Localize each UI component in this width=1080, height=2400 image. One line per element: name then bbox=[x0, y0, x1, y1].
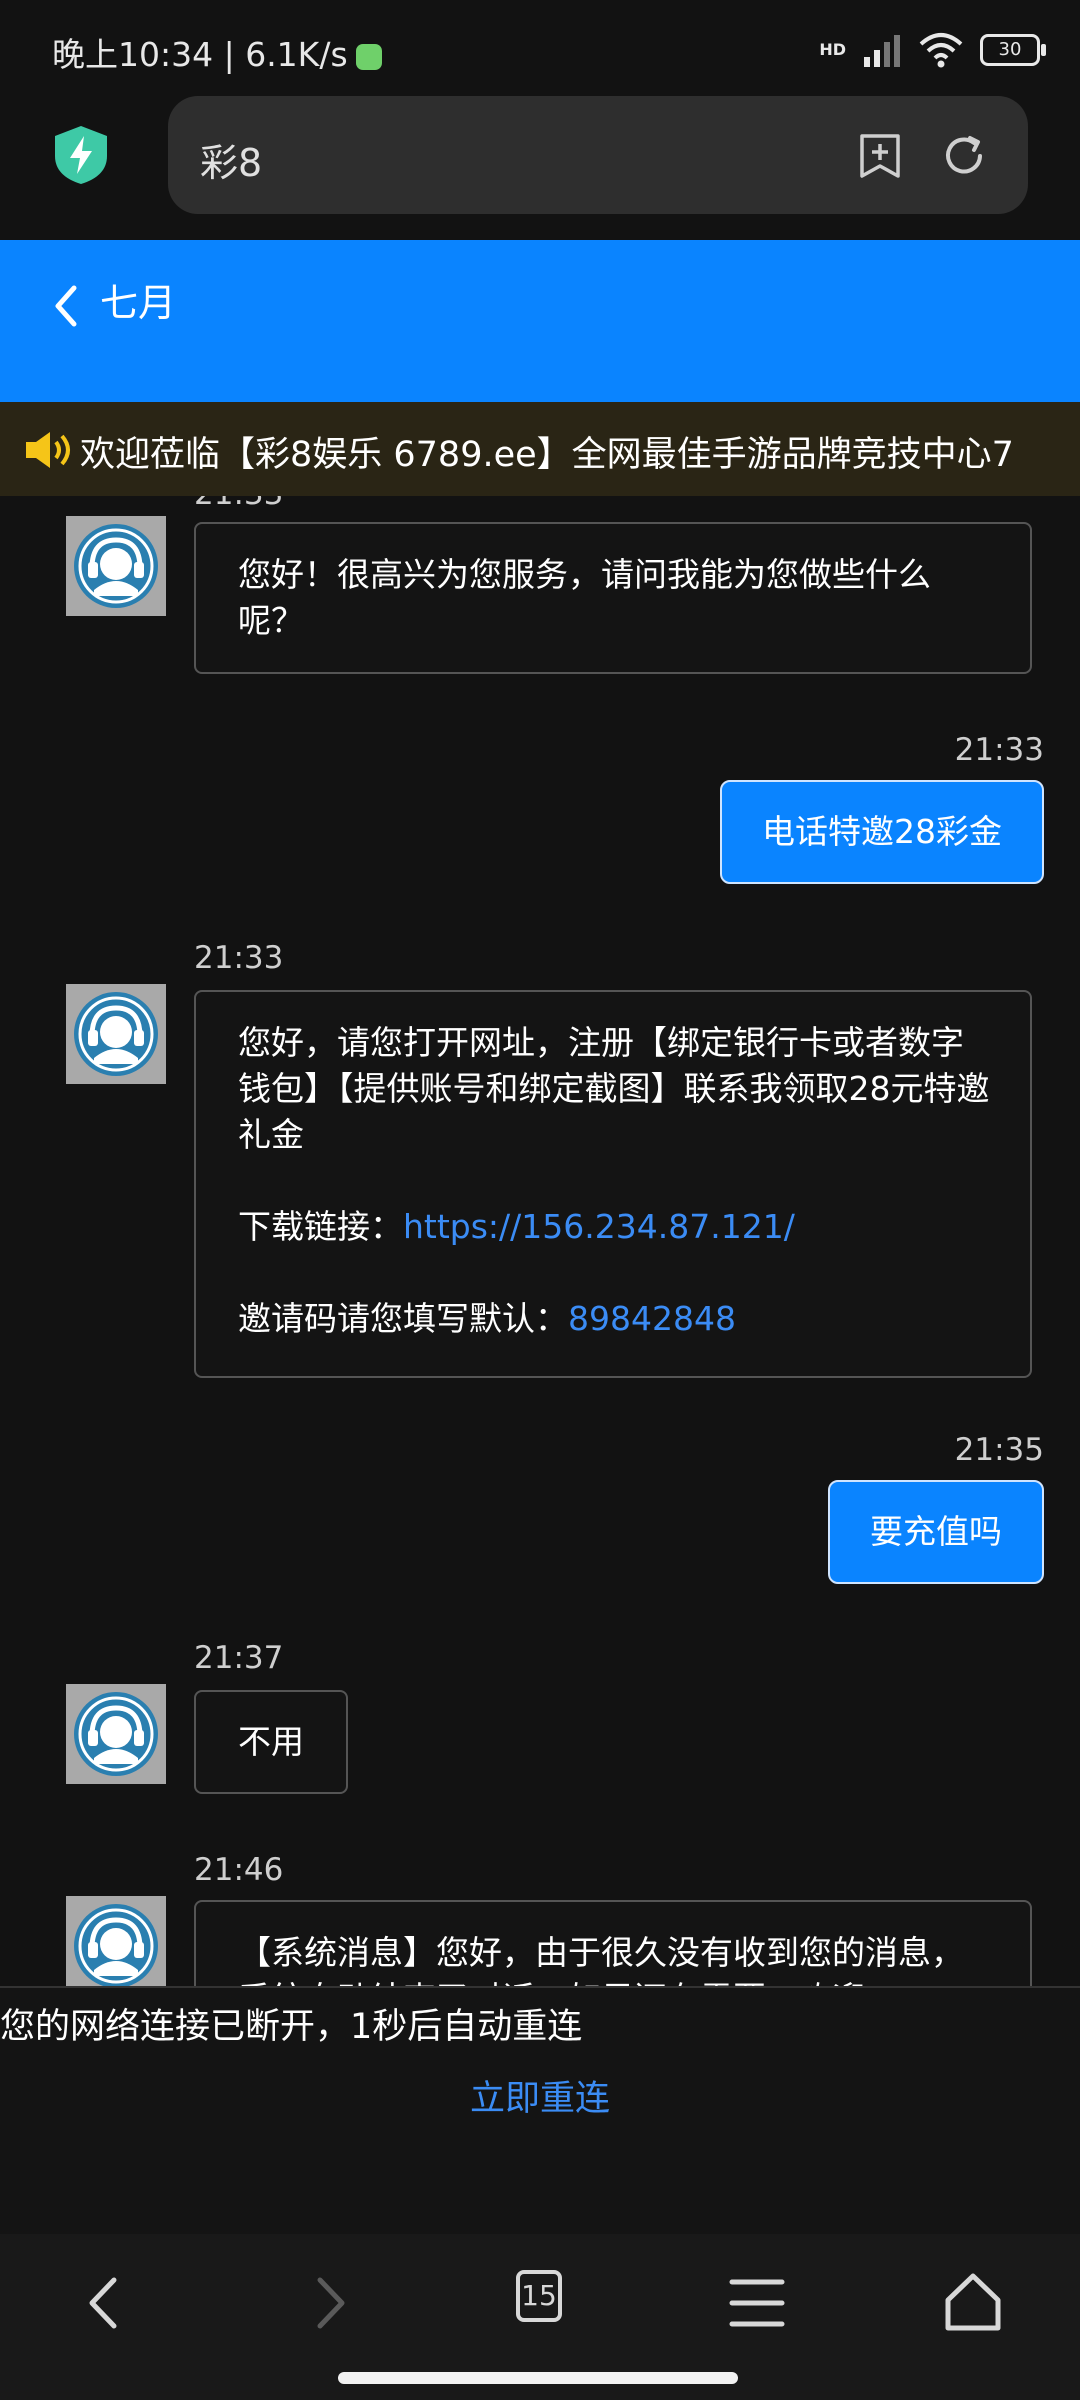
message-text: 【系统消息】您好，由于很久没有收到您的消息，系统自动结束了对话，如果还有需要，欢… bbox=[238, 1933, 964, 1986]
agent-avatar bbox=[66, 516, 166, 616]
agent-avatar-icon bbox=[74, 992, 158, 1076]
wifi-icon bbox=[919, 33, 963, 68]
message-text: 您好，请您打开网址，注册【绑定银行卡或者数字钱包】【提供账号和绑定截图】联系我领… bbox=[238, 1023, 990, 1154]
notice-marquee: 欢迎莅临【彩8娱乐 6789.ee】全网最佳手游品牌竞技中心7 bbox=[0, 402, 1080, 496]
message-text: 您好！很高兴为您服务，请问我能为您做些什么呢？ bbox=[238, 555, 931, 640]
user-message-bubble: 电话特邀28彩金 bbox=[720, 780, 1044, 884]
message-text: 不用 bbox=[238, 1722, 304, 1761]
agent-avatar-icon bbox=[74, 1692, 158, 1776]
chat-header: 七月 bbox=[0, 240, 1080, 402]
message-text: 电话特邀28彩金 bbox=[762, 812, 1002, 851]
message-time: 21:33 bbox=[194, 940, 284, 976]
hd-indicator: HD bbox=[819, 40, 846, 59]
status-icons: HD 30 bbox=[819, 30, 1046, 70]
chat-messages[interactable]: 21:33 您好！很高兴为您服务，请问我能为您做些什么呢？ 21:33 电话特邀… bbox=[0, 496, 1080, 1986]
download-row: 下载链接：https://156.234.87.121/ bbox=[238, 1204, 990, 1250]
battery-level: 30 bbox=[998, 39, 1022, 60]
home-icon[interactable] bbox=[938, 2268, 1008, 2338]
address-bar[interactable]: 彩8 bbox=[168, 96, 1028, 214]
message-notification-icon bbox=[355, 43, 382, 70]
tabs-button[interactable]: 15 bbox=[516, 2270, 562, 2322]
home-indicator[interactable] bbox=[338, 2372, 738, 2384]
user-message-bubble: 要充值吗 bbox=[828, 1480, 1044, 1584]
speaker-icon bbox=[26, 432, 70, 468]
agent-avatar bbox=[66, 1896, 166, 1986]
download-label: 下载链接： bbox=[238, 1207, 403, 1246]
message-text: 要充值吗 bbox=[870, 1512, 1002, 1551]
agent-message-bubble: 您好！很高兴为您服务，请问我能为您做些什么呢？ bbox=[194, 522, 1032, 674]
message-time: 21:46 bbox=[194, 1852, 284, 1888]
browser-bottom-nav: 15 bbox=[0, 2234, 1080, 2400]
agent-avatar-icon bbox=[74, 524, 158, 608]
connection-lost-message: 您的网络连接已断开，1秒后自动重连 bbox=[0, 2007, 583, 2047]
agent-avatar bbox=[66, 1684, 166, 1784]
browser-toolbar: 彩8 bbox=[0, 90, 1080, 240]
message-time: 21:37 bbox=[194, 1640, 284, 1676]
status-bar: 晚上10:34 | 6.1K/s HD 30 bbox=[0, 0, 1080, 90]
message-time: 21:33 bbox=[954, 732, 1044, 768]
chat-title: 七月 bbox=[100, 281, 177, 325]
invite-code[interactable]: 89842848 bbox=[568, 1299, 736, 1338]
message-time: 21:35 bbox=[954, 1432, 1044, 1468]
invite-label: 邀请码请您填写默认： bbox=[238, 1299, 568, 1338]
url-text[interactable]: 彩8 bbox=[200, 132, 262, 187]
notice-text: 欢迎莅临【彩8娱乐 6789.ee】全网最佳手游品牌竞技中心7 bbox=[80, 435, 1014, 475]
shield-icon[interactable] bbox=[52, 124, 110, 186]
agent-message-bubble: 【系统消息】您好，由于很久没有收到您的消息，系统自动结束了对话，如果还有需要，欢… bbox=[194, 1900, 1032, 1986]
agent-message-bubble: 不用 bbox=[194, 1690, 348, 1794]
reconnect-panel: 您的网络连接已断开，1秒后自动重连 立即重连 bbox=[0, 1986, 1080, 2236]
nav-back-icon[interactable] bbox=[72, 2268, 142, 2338]
agent-avatar-icon bbox=[74, 1904, 158, 1986]
signal-icon bbox=[864, 35, 900, 67]
status-time-text: 晚上10:34 | 6.1K/s bbox=[52, 35, 348, 74]
refresh-icon[interactable] bbox=[940, 132, 988, 180]
status-time: 晚上10:34 | 6.1K/s bbox=[52, 28, 382, 76]
add-bookmark-icon[interactable] bbox=[856, 132, 904, 180]
agent-avatar bbox=[66, 984, 166, 1084]
reconnect-now-button[interactable]: 立即重连 bbox=[0, 2070, 1080, 2121]
battery-icon: 30 bbox=[980, 34, 1046, 66]
back-icon[interactable] bbox=[44, 276, 84, 336]
download-link[interactable]: https://156.234.87.121/ bbox=[403, 1207, 795, 1246]
menu-icon[interactable] bbox=[722, 2268, 792, 2338]
agent-message-bubble: 您好，请您打开网址，注册【绑定银行卡或者数字钱包】【提供账号和绑定截图】联系我领… bbox=[194, 990, 1032, 1378]
message-time: 21:33 bbox=[194, 496, 283, 512]
invite-row: 邀请码请您填写默认：89842848 bbox=[238, 1296, 990, 1342]
nav-forward-icon[interactable] bbox=[292, 2268, 362, 2338]
